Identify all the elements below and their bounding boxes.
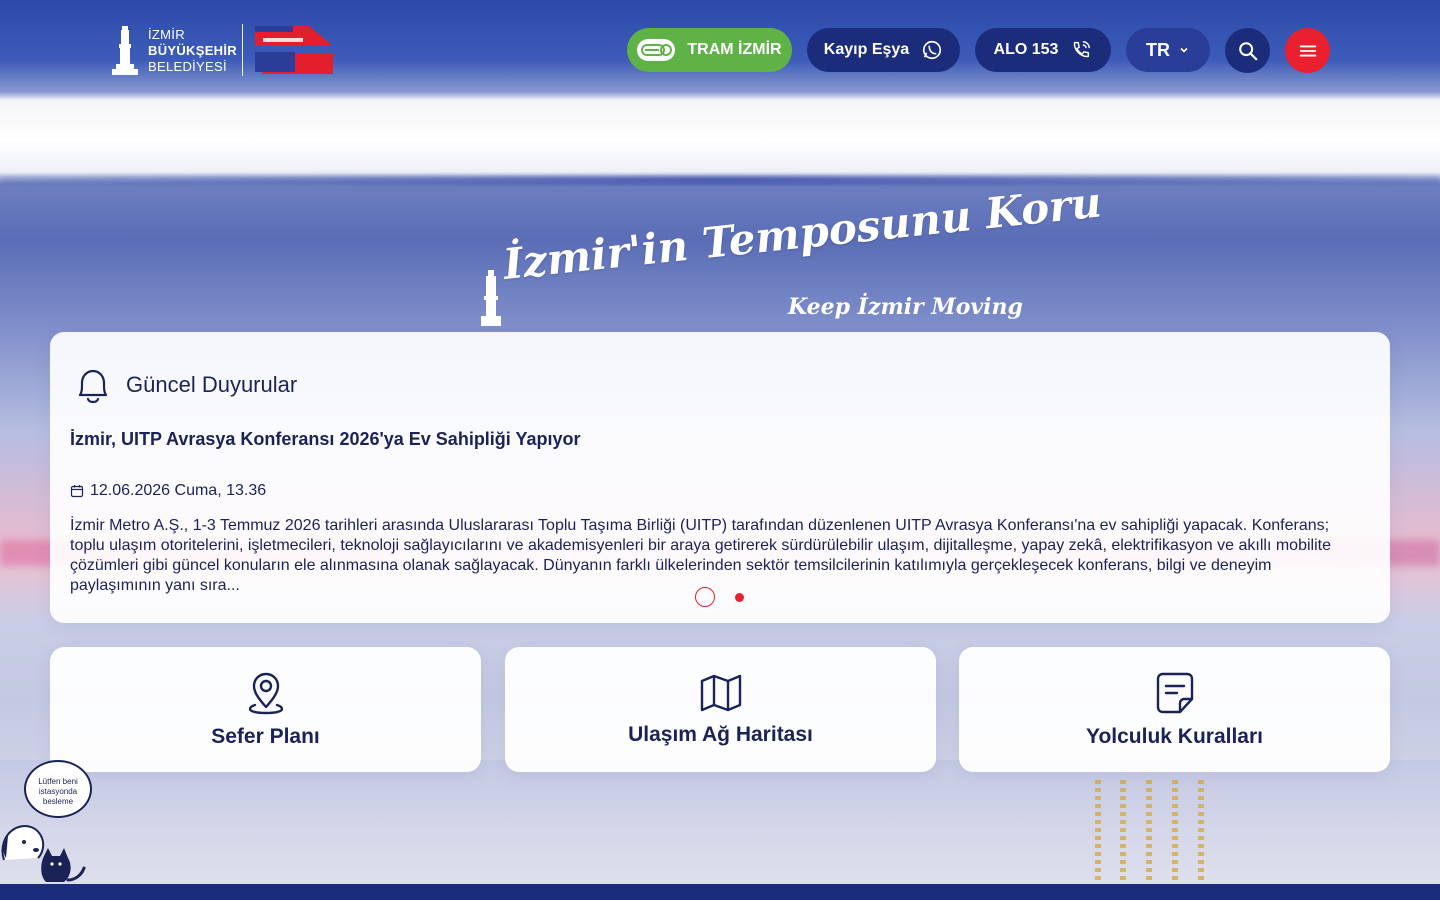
- sefer-plani-card[interactable]: Sefer Planı: [50, 647, 481, 772]
- phone-icon: [1074, 41, 1091, 58]
- logo-divider: [242, 24, 243, 76]
- alo-153-label: ALO 153: [993, 41, 1059, 58]
- footer-band: [0, 884, 1440, 900]
- tram-icon: [637, 39, 676, 61]
- hamburger-menu-icon: [1299, 45, 1316, 56]
- language-selector[interactable]: TR: [1126, 28, 1210, 72]
- alo-153-button[interactable]: ALO 153: [975, 28, 1111, 72]
- announcement-date: 12.06.2026 Cuma, 13.36: [90, 482, 267, 499]
- logo-line: BELEDİYESİ: [148, 59, 227, 74]
- logo-line: BÜYÜKŞEHİR: [148, 43, 237, 58]
- logo-line: İZMİR: [148, 27, 185, 42]
- hero-slogan: İzmir'in Temposunu Koru Keep İzmir Movin…: [478, 177, 1104, 332]
- tactile-strip: [1120, 780, 1126, 884]
- note-icon: [1156, 672, 1193, 713]
- whatsapp-icon: [923, 40, 942, 60]
- yolculuk-kurallari-label: Yolculuk Kuralları: [1086, 724, 1263, 748]
- site-header: İZMİR BÜYÜKŞEHİR BELEDİYESİ İZMİR TRAM İ…: [0, 0, 1440, 100]
- map-pin-icon: [248, 672, 283, 714]
- announcements-card: Güncel Duyurular İzmir, UITP Avrasya Kon…: [50, 332, 1390, 623]
- carousel-dot-2[interactable]: [735, 592, 744, 602]
- lost-items-button[interactable]: Kayıp Eşya: [807, 28, 960, 72]
- speech-bubble: Lütfen beni istasyonda besleme: [24, 760, 92, 818]
- metro-logo-text: İZMİR: [297, 64, 330, 76]
- slogan-subtext: Keep İzmir Moving: [788, 294, 1023, 320]
- announcements-heading: Güncel Duyurular: [126, 372, 298, 397]
- lost-items-label: Kayıp Eşya: [823, 41, 910, 58]
- carousel-dot-1[interactable]: [695, 587, 715, 607]
- language-label: TR: [1146, 39, 1170, 60]
- calendar-icon: [70, 485, 84, 498]
- carousel-pagination: [695, 587, 744, 607]
- yolculuk-kurallari-card[interactable]: Yolculuk Kuralları: [959, 647, 1390, 772]
- clock-tower-icon: [108, 24, 142, 78]
- platform-floor: [0, 760, 1440, 884]
- map-icon: [700, 674, 741, 711]
- announcement-body: İzmir Metro A.Ş., 1-3 Temmuz 2026 tarihl…: [70, 517, 1331, 594]
- tactile-strip: [1198, 780, 1204, 884]
- search-button[interactable]: [1225, 28, 1270, 73]
- ulasim-ag-haritasi-card[interactable]: Ulaşım Ağ Haritası: [505, 647, 936, 772]
- search-icon: [1238, 41, 1257, 60]
- izmir-buyuksehir-logo[interactable]: İZMİR BÜYÜKŞEHİR BELEDİYESİ: [108, 24, 237, 78]
- motion-streak: [0, 176, 1440, 184]
- tram-izmir-button[interactable]: TRAM İZMİR: [627, 28, 792, 72]
- tactile-strip: [1146, 780, 1152, 884]
- ulasim-ag-haritasi-label: Ulaşım Ağ Haritası: [628, 722, 813, 746]
- clock-tower-icon: [481, 270, 501, 326]
- announcement-title-link[interactable]: İzmir, UITP Avrasya Konferansı 2026'ya E…: [70, 429, 581, 450]
- menu-button[interactable]: [1285, 28, 1330, 73]
- bell-icon: [78, 369, 108, 404]
- tactile-strip: [1172, 780, 1178, 884]
- tactile-strip: [1095, 780, 1101, 884]
- dog-cat-icon: [1, 825, 86, 882]
- chevron-down-icon: [1180, 47, 1188, 53]
- sefer-plani-label: Sefer Planı: [211, 724, 320, 748]
- pet-feeding-widget[interactable]: Lütfen beni istasyonda besleme: [0, 758, 100, 888]
- tram-button-label: TRAM İZMİR: [687, 41, 782, 58]
